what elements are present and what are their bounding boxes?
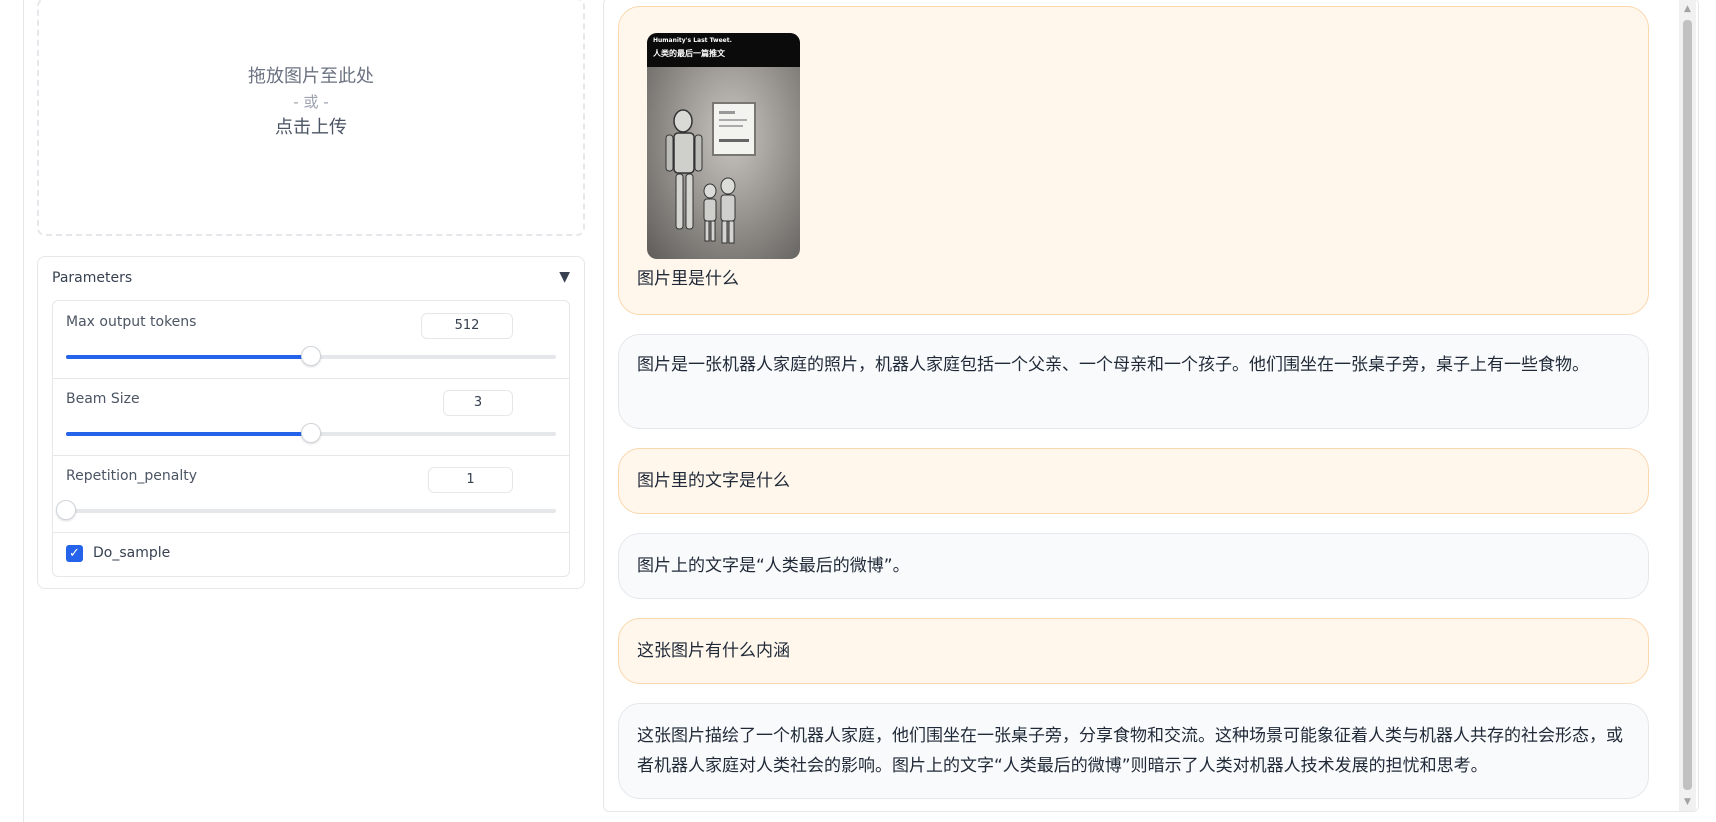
bot-message: 图片是一张机器人家庭的照片，机器人家庭包括一个父亲、一个母亲和一个孩子。他们围坐… <box>618 334 1649 429</box>
bot-message: 图片上的文字是“人类最后的微博”。 <box>618 533 1649 599</box>
beam-size-row: Beam Size 3 <box>53 378 569 456</box>
beam-size-input[interactable]: 3 <box>443 390 513 416</box>
repetition-penalty-row: Repetition_penalty 1 <box>53 455 569 533</box>
bot-message: 这张图片描绘了一个机器人家庭，他们围坐在一张桌子旁，分享食物和交流。这种场景可能… <box>618 703 1649 799</box>
repetition-penalty-input[interactable]: 1 <box>428 467 513 493</box>
max-output-tokens-input[interactable]: 512 <box>421 313 513 339</box>
do-sample-checkbox[interactable]: ✓ <box>66 545 83 562</box>
page-left-border <box>23 0 24 822</box>
repetition-penalty-slider[interactable] <box>56 500 556 520</box>
user-message-text: 图片里的文字是什么 <box>637 471 790 491</box>
slider-fill <box>66 432 311 436</box>
scroll-up-arrow-icon[interactable]: ▲ <box>1679 2 1696 16</box>
bot-message-text: 图片上的文字是“人类最后的微博”。 <box>637 556 910 576</box>
upload-or-text: - 或 - <box>293 93 329 111</box>
max-output-tokens-label: Max output tokens <box>66 314 197 330</box>
upload-drop-text: 拖放图片至此处 <box>248 66 374 87</box>
parameters-header[interactable]: Parameters ▼ <box>38 257 584 301</box>
slider-thumb[interactable] <box>301 346 321 366</box>
user-message: 这张图片有什么内涵 <box>618 618 1649 684</box>
slider-thumb[interactable] <box>301 423 321 443</box>
user-message: 图片里的文字是什么 <box>618 448 1649 514</box>
image-upload-dropzone[interactable]: 拖放图片至此处 - 或 - 点击上传 <box>37 0 585 236</box>
max-output-tokens-row: Max output tokens 512 <box>53 301 569 379</box>
slider-thumb[interactable] <box>56 500 76 520</box>
parameters-title: Parameters <box>52 270 133 286</box>
beam-size-slider[interactable] <box>66 423 556 443</box>
scrollbar-thumb[interactable] <box>1683 20 1692 790</box>
bot-message-text: 图片是一张机器人家庭的照片，机器人家庭包括一个父亲、一个母亲和一个孩子。他们围坐… <box>637 355 1589 375</box>
do-sample-label: Do_sample <box>93 545 171 561</box>
slider-fill <box>66 355 311 359</box>
chatbot-panel: Humanity's Last Tweet. 人类的最后一篇推文 图片里是什么 … <box>603 0 1699 812</box>
user-message-text: 图片里是什么 <box>637 269 739 289</box>
chat-scrollbar[interactable]: ▲ ▼ <box>1679 0 1696 811</box>
bot-message-text: 这张图片描绘了一个机器人家庭，他们围坐在一张桌子旁，分享食物和交流。这种场景可能… <box>637 726 1623 776</box>
do-sample-row: ✓ Do_sample <box>53 532 569 576</box>
beam-size-label: Beam Size <box>66 391 140 407</box>
repetition-penalty-label: Repetition_penalty <box>66 468 198 484</box>
robot-family-illustration <box>665 102 756 244</box>
parameters-panel: Parameters ▼ Max output tokens 512 Beam … <box>37 256 585 589</box>
scroll-down-arrow-icon[interactable]: ▼ <box>1679 795 1696 809</box>
parameters-body: Max output tokens 512 Beam Size 3 Repeti… <box>52 300 570 577</box>
upload-click-text: 点击上传 <box>275 117 347 138</box>
collapse-triangle-icon[interactable]: ▼ <box>559 269 570 285</box>
robot-family-image[interactable]: Humanity's Last Tweet. 人类的最后一篇推文 <box>647 33 800 259</box>
user-message: Humanity's Last Tweet. 人类的最后一篇推文 图片里是什么 <box>618 6 1649 315</box>
max-output-tokens-slider[interactable] <box>66 346 556 366</box>
user-message-text: 这张图片有什么内涵 <box>637 641 790 661</box>
